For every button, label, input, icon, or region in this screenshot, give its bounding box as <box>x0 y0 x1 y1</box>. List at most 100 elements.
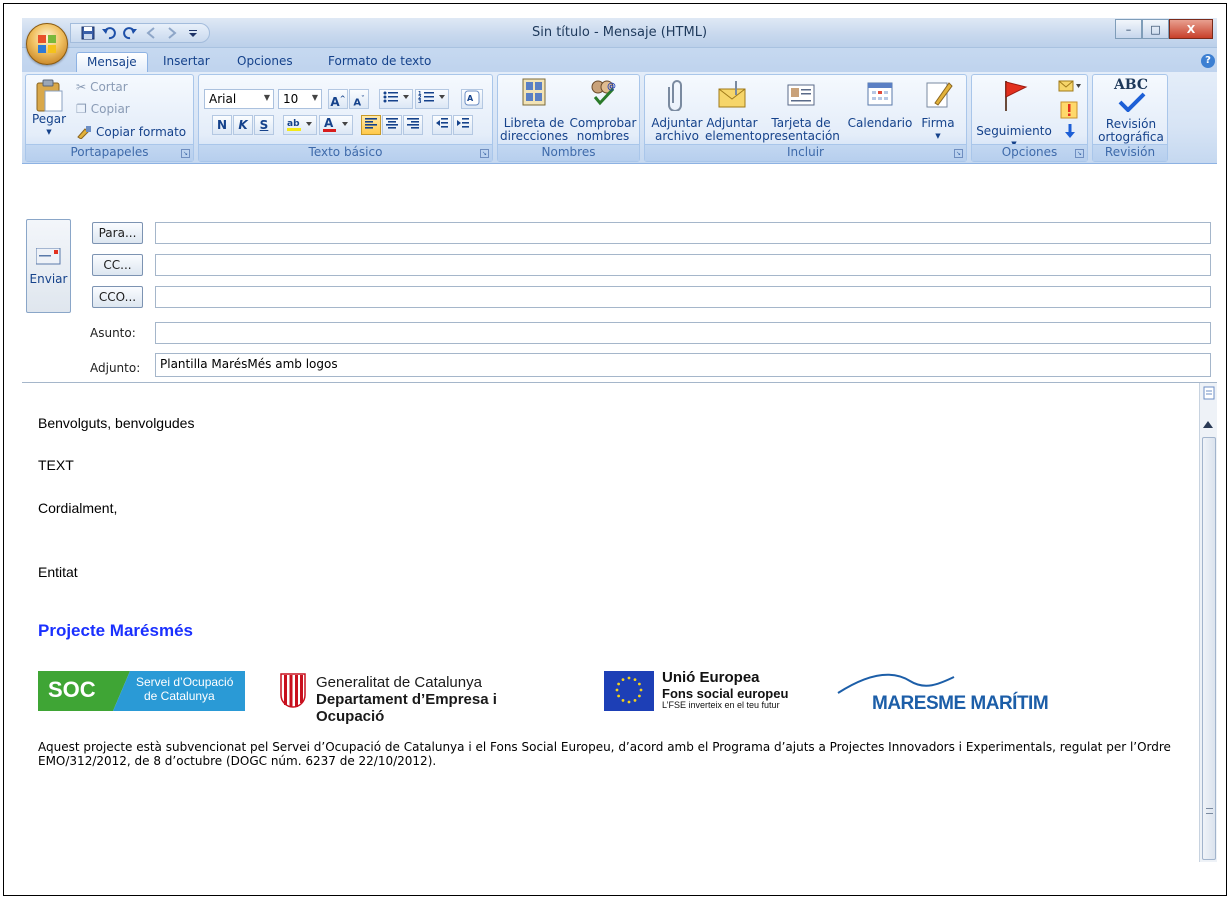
underline-button[interactable]: S <box>254 115 274 135</box>
help-icon[interactable]: ? <box>1201 54 1215 68</box>
paste-button[interactable]: Pegar ▼ <box>30 79 68 141</box>
subject-label: Asunto: <box>90 326 136 340</box>
attach-file-button[interactable]: Adjuntar archivo <box>651 77 703 143</box>
low-importance-button[interactable] <box>1064 123 1076 139</box>
tab-mensaje[interactable]: Mensaje <box>76 52 148 72</box>
tab-formato-de-texto[interactable]: Formato de texto <box>318 52 441 72</box>
eu-line-1: Unió Europea <box>662 669 760 686</box>
follow-up-flag-icon <box>1005 81 1028 111</box>
ribbon-tabs: Mensaje Insertar Opciones Formato de tex… <box>22 48 1217 72</box>
cut-button[interactable]: ✂ Cortar <box>76 80 128 94</box>
send-envelope-icon <box>36 248 61 265</box>
body-text: TEXT <box>38 457 74 473</box>
to-field[interactable] <box>155 222 1211 244</box>
decrease-indent-icon <box>436 118 448 128</box>
attach-file-label-2: archivo <box>654 129 699 143</box>
format-painter-button[interactable]: Copiar formato <box>76 125 186 139</box>
abc-text: ABC <box>1113 77 1149 93</box>
paste-label: Pegar <box>31 112 67 126</box>
font-family-value: Arial <box>209 92 237 106</box>
grip-icon <box>1206 808 1213 814</box>
group-texto-basico: Arial ▼ 10 ▼ A^ Aˇ 123 A N K S ab A Text… <box>198 74 493 162</box>
check-names-button[interactable]: @ Comprobar nombres <box>568 77 638 143</box>
message-body[interactable]: Benvolguts, benvolgudes TEXT Cordialment… <box>22 382 1217 862</box>
bold-button[interactable]: N <box>212 115 232 135</box>
group-label-texto-basico: Texto básico <box>199 144 492 161</box>
signature-button[interactable]: Firma ▼ <box>917 77 959 143</box>
high-importance-button[interactable] <box>1060 101 1078 119</box>
numbering-button[interactable]: 123 <box>415 89 449 109</box>
align-center-button[interactable] <box>382 115 402 135</box>
styles-button[interactable]: A <box>461 89 483 109</box>
group-label-portapapeles: Portapapeles <box>26 144 193 161</box>
cc-button[interactable]: CC... <box>92 254 143 276</box>
follow-up-button[interactable]: Seguimiento ▼ <box>976 77 1052 151</box>
bcc-field[interactable] <box>155 286 1211 308</box>
cc-field[interactable] <box>155 254 1211 276</box>
portapapeles-dialog-launcher[interactable]: ↘ <box>181 149 190 158</box>
font-color-button[interactable]: A <box>319 115 353 135</box>
attach-item-button[interactable]: Adjuntar elemento <box>705 77 762 143</box>
italic-button[interactable]: K <box>233 115 253 135</box>
scroll-up-arrow-icon[interactable] <box>1203 421 1213 428</box>
decrease-indent-button[interactable] <box>432 115 452 135</box>
svg-text:@: @ <box>607 82 616 92</box>
svg-text:3: 3 <box>418 99 422 104</box>
increase-indent-button[interactable] <box>453 115 473 135</box>
grow-font-button[interactable]: A^ <box>328 89 348 109</box>
align-left-icon <box>365 118 377 129</box>
address-book-button[interactable]: Libreta de direcciones <box>500 77 568 143</box>
format-painter-icon <box>77 126 91 139</box>
maresme-wave-icon <box>837 673 955 694</box>
group-revision: ABC Revisión ortográfica ▾ Revisión <box>1092 74 1168 162</box>
highlight-button[interactable]: ab <box>283 115 317 135</box>
maresme-text: MARESME MARÍTIM <box>872 693 1049 714</box>
incluir-dialog-launcher[interactable]: ↘ <box>954 149 963 158</box>
send-button[interactable]: Enviar <box>26 219 71 313</box>
signature-label: Firma <box>921 116 955 130</box>
ruler-toggle-icon[interactable] <box>1201 385 1217 401</box>
vertical-scrollbar[interactable] <box>1199 383 1217 862</box>
attach-item-icon <box>718 81 746 108</box>
tab-insertar[interactable]: Insertar <box>153 52 220 72</box>
bcc-button[interactable]: CCO... <box>92 286 143 308</box>
bullets-button[interactable] <box>379 89 413 109</box>
envelope-options-icon <box>1058 80 1081 92</box>
body-greeting: Benvolguts, benvolgudes <box>38 415 195 431</box>
message-options-button[interactable] <box>1058 79 1082 93</box>
align-left-button[interactable] <box>361 115 381 135</box>
texto-basico-dialog-launcher[interactable]: ↘ <box>480 149 489 158</box>
signature-icon <box>926 82 953 108</box>
calendar-button[interactable]: Calendario <box>845 77 915 130</box>
svg-text:A: A <box>467 94 474 103</box>
shrink-font-button[interactable]: Aˇ <box>349 89 369 109</box>
spelling-check-icon <box>1118 92 1146 112</box>
format-painter-label: Copiar formato <box>96 125 187 139</box>
tab-opciones[interactable]: Opciones <box>227 52 303 72</box>
body-entity: Entitat <box>38 564 78 580</box>
increase-indent-icon <box>457 118 469 128</box>
maximize-button[interactable]: □ <box>1142 19 1169 39</box>
copy-button[interactable]: ❐ Copiar <box>76 102 130 116</box>
soc-abbr: SOC <box>48 677 96 702</box>
eu-logo: Unió Europea Fons social europeu L’FSE i… <box>604 669 814 711</box>
minimize-button[interactable]: – <box>1115 19 1142 39</box>
highlighter-icon: ab <box>287 119 312 131</box>
group-label-opciones: Opciones <box>972 144 1087 161</box>
close-button[interactable]: X <box>1169 19 1213 39</box>
font-size-select[interactable]: 10 ▼ <box>278 89 322 109</box>
attachment-field[interactable]: Plantilla MarésMés amb logos <box>155 353 1211 377</box>
office-logo-icon <box>38 35 56 53</box>
font-family-select[interactable]: Arial ▼ <box>204 89 274 109</box>
align-right-button[interactable] <box>403 115 423 135</box>
eu-line-2: Fons social europeu <box>662 686 789 701</box>
follow-up-label: Seguimiento <box>976 124 1052 138</box>
scissors-icon: ✂ <box>76 80 87 94</box>
low-importance-icon <box>1065 124 1075 138</box>
soc-line-2: de Catalunya <box>144 689 215 703</box>
to-button[interactable]: Para... <box>92 222 143 244</box>
opciones-dialog-launcher[interactable]: ↘ <box>1075 149 1084 158</box>
subject-field[interactable] <box>155 322 1211 344</box>
scroll-thumb[interactable] <box>1202 437 1216 860</box>
office-button[interactable] <box>26 23 68 65</box>
